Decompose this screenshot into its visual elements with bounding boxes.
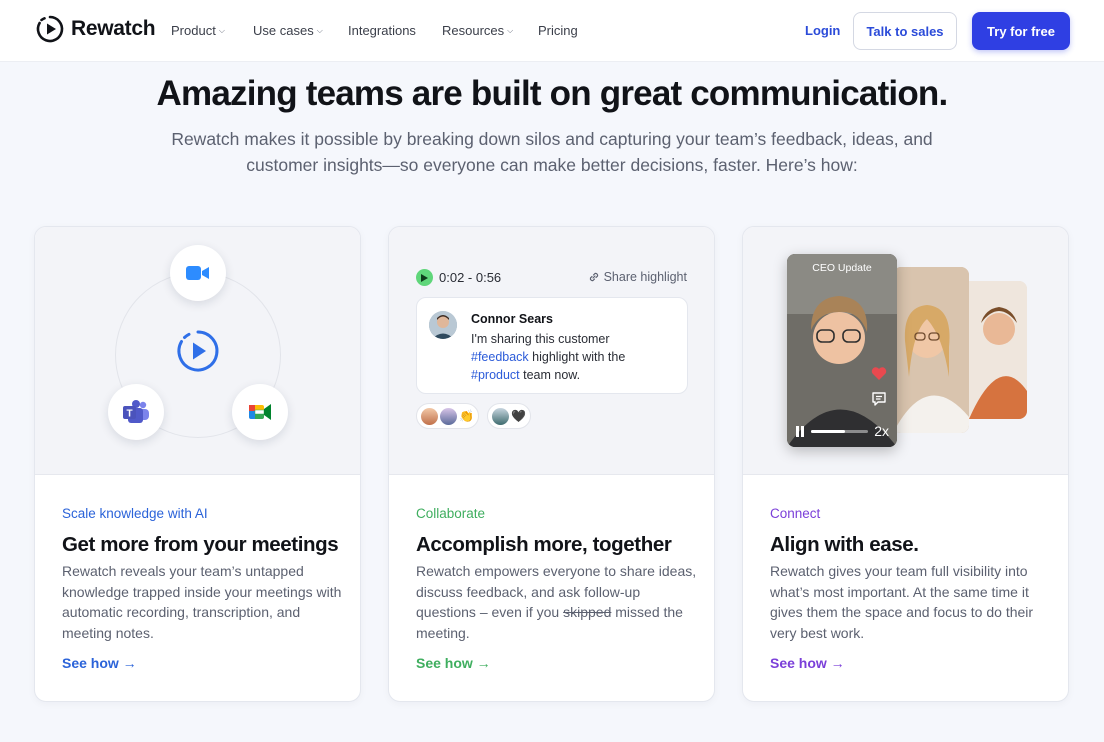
play-icon[interactable] [416, 269, 433, 286]
login-link[interactable]: Login [805, 23, 840, 38]
card-tag: Scale knowledge with AI [62, 506, 208, 521]
see-how-link[interactable]: See how → [62, 655, 137, 671]
heart-icon[interactable] [871, 366, 887, 381]
share-highlight-button[interactable]: Share highlight [588, 270, 687, 284]
pause-icon[interactable] [795, 425, 805, 437]
video-progress-fill [811, 429, 846, 433]
avatar [440, 407, 457, 425]
card-illustration: CEO Update 2x [743, 227, 1068, 475]
rewatch-logo-icon [36, 15, 64, 43]
card-description: Rewatch reveals your team’s untapped kno… [62, 563, 342, 642]
zoom-icon [170, 245, 226, 301]
card-description: Rewatch empowers everyone to share ideas… [416, 561, 701, 644]
clap-emoji-icon: 👏 [459, 409, 474, 423]
brand-name: Rewatch [71, 17, 156, 40]
chevron-down-icon: ⌵ [316, 25, 323, 35]
google-meet-icon [232, 384, 288, 440]
ceo-update-video[interactable]: CEO Update 2x [787, 254, 897, 447]
video-controls: 2x [795, 423, 889, 439]
feature-card-collaborate: 0:02 - 0:56 Share highlight Connor Sears… [388, 226, 715, 702]
nav-pricing-label: Pricing [538, 23, 578, 38]
see-how-link[interactable]: See how → [416, 655, 491, 671]
comment-line-1: I'm sharing this customer [471, 332, 610, 346]
nav-integrations[interactable]: Integrations [348, 23, 416, 38]
feature-card-connect: CEO Update 2x Connect Align with ease. R… [742, 226, 1069, 702]
comment-text: I'm sharing this customer #feedback highl… [471, 330, 676, 385]
talk-to-sales-button[interactable]: Talk to sales [853, 12, 957, 50]
reaction-clap[interactable]: 👏 [416, 403, 479, 429]
avatar [429, 311, 457, 339]
hero-subtitle: Rewatch makes it possible by breaking do… [171, 129, 933, 175]
card-title: Accomplish more, together [416, 533, 672, 556]
nav-product-label: Product [171, 23, 216, 38]
highlight-time-range: 0:02 - 0:56 [416, 269, 501, 286]
see-how-link[interactable]: See how → [770, 655, 845, 671]
feature-card-meetings: T Scale knowledge with AI Get more from … [34, 226, 361, 702]
video-thumbnail[interactable] [893, 267, 969, 433]
svg-text:T: T [126, 409, 132, 420]
hero-title: Amazing teams are built on great communi… [156, 74, 949, 113]
video-title: CEO Update [812, 262, 872, 274]
video-thumbnail[interactable] [961, 281, 1027, 419]
black-heart-emoji-icon: 🖤 [510, 409, 526, 423]
chevron-down-icon: ⌵ [507, 25, 514, 35]
link-icon [589, 272, 598, 282]
nav-use-cases[interactable]: Use cases ⌵ [253, 23, 323, 38]
hashtag-product[interactable]: #product [471, 368, 520, 382]
nav-product[interactable]: Product ⌵ [171, 23, 225, 38]
reactions: 👏 🖤 [416, 403, 531, 429]
hashtag-feedback[interactable]: #feedback [471, 350, 529, 364]
nav-use-cases-label: Use cases [253, 23, 314, 38]
nav-resources[interactable]: Resources ⌵ [442, 23, 513, 38]
comment-line-2: highlight with the [528, 350, 626, 365]
video-progress-bar[interactable] [811, 429, 869, 433]
brand-logo[interactable]: Rewatch [35, 14, 156, 44]
avatar [491, 407, 509, 425]
reaction-heart[interactable]: 🖤 [486, 403, 531, 429]
share-highlight-label: Share highlight [603, 270, 687, 284]
card-illustration: T [35, 227, 360, 475]
card-illustration: 0:02 - 0:56 Share highlight Connor Sears… [389, 227, 714, 475]
nav-resources-label: Resources [442, 23, 505, 38]
teams-icon: T [108, 384, 164, 440]
time-range-text: 0:02 - 0:56 [439, 270, 502, 285]
try-for-free-button[interactable]: Try for free [972, 12, 1070, 50]
card-description: Rewatch gives your team full visibility … [770, 563, 1034, 642]
card-tag: Collaborate [416, 506, 486, 521]
avatar [421, 407, 438, 425]
comment-card: Connor Sears I'm sharing this customer #f… [416, 297, 688, 394]
card-title: Get more from your meetings [62, 533, 339, 556]
comment-author: Connor Sears [471, 312, 553, 326]
card-tag: Connect [770, 506, 821, 521]
playback-speed[interactable]: 2x [874, 423, 889, 439]
nav-pricing[interactable]: Pricing [538, 23, 578, 38]
chevron-down-icon: ⌵ [218, 25, 225, 35]
card-title: Align with ease. [770, 533, 919, 556]
comment-icon[interactable] [871, 391, 887, 407]
nav-integrations-label: Integrations [348, 23, 416, 38]
strikethrough-word: skipped [563, 604, 612, 621]
rewatch-icon [175, 328, 221, 379]
comment-line-3: team now. [519, 368, 581, 383]
top-navigation: Rewatch Product ⌵ Use cases ⌵ Integrations… [0, 0, 1104, 62]
